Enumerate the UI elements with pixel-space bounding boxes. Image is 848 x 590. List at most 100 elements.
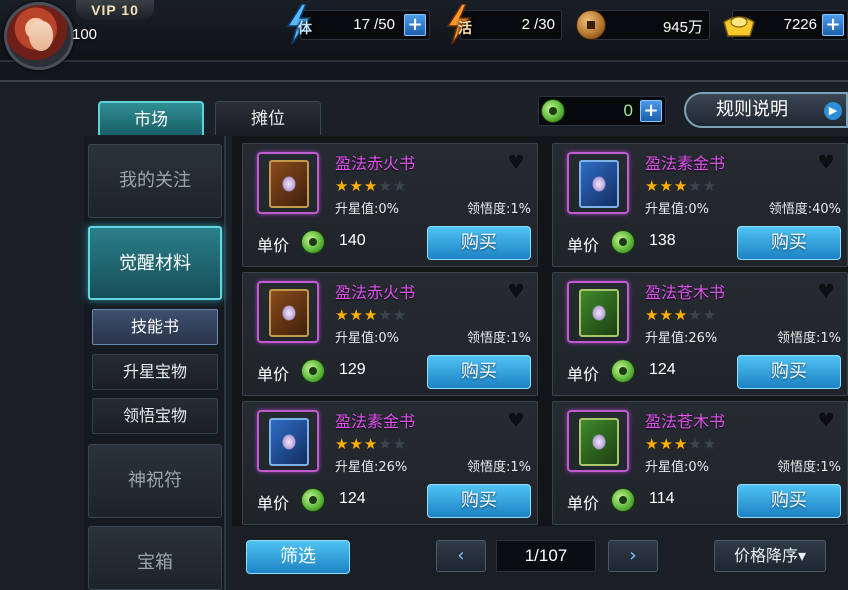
tab-stall[interactable]: 摊位 xyxy=(215,101,321,135)
sidebar-subitem-star-treasure[interactable]: 升星宝物 xyxy=(92,354,218,390)
next-page-button[interactable]: › xyxy=(608,540,658,572)
vip-badge[interactable]: VIP 10 xyxy=(76,0,154,20)
favorite-heart-icon[interactable]: ♥ xyxy=(507,408,525,432)
upgrade-value: 升星值:26% xyxy=(645,331,718,346)
jade-plus-button[interactable]: + xyxy=(640,100,662,122)
page-indicator: 1/107 xyxy=(496,540,596,572)
star-icon: ★ xyxy=(349,435,364,453)
item-card[interactable]: 盈法赤火书 ♥ ★★★★★ 升星值:0% 领悟度:1% 单价 140 购买 xyxy=(242,143,538,267)
item-card[interactable]: 盈法素金书 ♥ ★★★★★ 升星值:0% 领悟度:40% 单价 138 购买 xyxy=(552,143,848,267)
book-cover xyxy=(579,418,619,466)
buy-button[interactable]: 购买 xyxy=(427,484,531,518)
book-cover xyxy=(269,418,309,466)
star-icon: ★ xyxy=(688,306,703,324)
star-rating: ★★★★★ xyxy=(645,306,717,324)
skill-book-icon[interactable] xyxy=(257,281,319,343)
star-icon: ★ xyxy=(335,177,350,195)
price-value: 140 xyxy=(339,232,366,249)
comprehension-value: 领悟度:1% xyxy=(466,460,531,475)
comprehension-value: 领悟度:1% xyxy=(776,460,841,475)
star-icon: ★ xyxy=(659,177,674,195)
star-rating: ★★★★★ xyxy=(645,177,717,195)
stamina-plus-button[interactable]: + xyxy=(404,14,426,36)
filter-button[interactable]: 筛选 xyxy=(246,540,350,574)
star-icon: ★ xyxy=(378,306,393,324)
price-value: 138 xyxy=(649,232,676,249)
star-icon: ★ xyxy=(392,306,408,324)
sidebar-subitem-skill-book[interactable]: 技能书 xyxy=(92,309,218,345)
star-icon: ★ xyxy=(645,177,660,195)
item-card[interactable]: 盈法赤火书 ♥ ★★★★★ 升星值:0% 领悟度:1% 单价 129 购买 xyxy=(242,272,538,396)
star-icon: ★ xyxy=(645,306,660,324)
jade-coin-icon xyxy=(611,359,635,383)
jade-coin-icon xyxy=(301,488,325,512)
item-card[interactable]: 盈法苍木书 ♥ ★★★★★ 升星值:26% 领悟度:1% 单价 124 购买 xyxy=(552,272,848,396)
rules-button[interactable]: 规则说明 ▶ xyxy=(684,92,848,128)
comprehension-value: 领悟度:1% xyxy=(776,331,841,346)
prev-page-button[interactable]: ‹ xyxy=(436,540,486,572)
player-avatar[interactable] xyxy=(4,2,74,70)
star-rating: ★★★★★ xyxy=(335,435,407,453)
jade-coin-icon xyxy=(301,230,325,254)
star-icon: ★ xyxy=(659,435,674,453)
skill-book-icon[interactable] xyxy=(567,410,629,472)
favorite-heart-icon[interactable]: ♥ xyxy=(817,150,835,174)
star-icon: ★ xyxy=(702,306,718,324)
star-icon: ★ xyxy=(378,435,393,453)
price-label: 单价 xyxy=(567,236,600,255)
star-icon: ★ xyxy=(349,306,364,324)
skill-book-icon[interactable] xyxy=(257,152,319,214)
jade-currency: 0 + xyxy=(538,96,666,126)
favorite-heart-icon[interactable]: ♥ xyxy=(507,150,525,174)
tab-market[interactable]: 市场 xyxy=(98,101,204,135)
star-icon: ★ xyxy=(363,435,379,453)
item-card[interactable]: 盈法素金书 ♥ ★★★★★ 升星值:26% 领悟度:1% 单价 124 购买 xyxy=(242,401,538,525)
vigor-value: 2 /30 xyxy=(521,16,555,33)
price-value: 124 xyxy=(339,490,366,507)
copper-stat: 945万 xyxy=(588,10,710,40)
stamina-stat: 17 /50 + xyxy=(300,10,430,40)
buy-button[interactable]: 购买 xyxy=(427,355,531,389)
star-icon: ★ xyxy=(349,177,364,195)
comprehension-value: 领悟度:1% xyxy=(466,202,531,217)
star-icon: ★ xyxy=(702,435,718,453)
price-label: 单价 xyxy=(567,365,600,384)
price-label: 单价 xyxy=(257,236,290,255)
gold-value: 7226 xyxy=(783,16,817,33)
buy-button[interactable]: 购买 xyxy=(737,226,841,260)
item-name: 盈法苍木书 xyxy=(645,283,726,302)
favorite-heart-icon[interactable]: ♥ xyxy=(817,279,835,303)
sort-dropdown[interactable]: 价格降序▾ xyxy=(714,540,826,572)
star-icon: ★ xyxy=(392,435,408,453)
skill-book-icon[interactable] xyxy=(567,152,629,214)
sidebar-subitem-insight-treasure[interactable]: 领悟宝物 xyxy=(92,398,218,434)
gold-plus-button[interactable]: + xyxy=(822,14,844,36)
gold-ingot-icon xyxy=(722,12,756,38)
buy-button[interactable]: 购买 xyxy=(737,355,841,389)
item-name: 盈法赤火书 xyxy=(335,283,416,302)
book-cover xyxy=(269,289,309,337)
vigor-glyph: 活 xyxy=(458,21,472,37)
item-name: 盈法素金书 xyxy=(335,412,416,431)
stamina-value: 17 /50 xyxy=(353,16,395,33)
buy-button[interactable]: 购买 xyxy=(737,484,841,518)
buy-button[interactable]: 购买 xyxy=(427,226,531,260)
favorite-heart-icon[interactable]: ♥ xyxy=(817,408,835,432)
item-card[interactable]: 盈法苍木书 ♥ ★★★★★ 升星值:0% 领悟度:1% 单价 114 购买 xyxy=(552,401,848,525)
sidebar-item-awaken-materials[interactable]: 觉醒材料 xyxy=(88,226,222,300)
favorite-heart-icon[interactable]: ♥ xyxy=(507,279,525,303)
sidebar-item-blessing[interactable]: 神祝符 xyxy=(88,444,222,518)
book-cover xyxy=(269,160,309,208)
star-rating: ★★★★★ xyxy=(335,306,407,324)
upgrade-value: 升星值:0% xyxy=(645,460,710,475)
skill-book-icon[interactable] xyxy=(567,281,629,343)
skill-book-icon[interactable] xyxy=(257,410,319,472)
star-icon: ★ xyxy=(363,306,379,324)
arrow-right-icon: ▶ xyxy=(824,102,842,120)
sidebar-item-follow[interactable]: 我的关注 xyxy=(88,144,222,218)
sidebar-item-chest[interactable]: 宝箱 xyxy=(88,526,222,590)
avatar-face xyxy=(29,21,53,51)
stamina-glyph: 体 xyxy=(298,21,312,37)
price-value: 129 xyxy=(339,361,366,378)
item-name: 盈法素金书 xyxy=(645,154,726,173)
